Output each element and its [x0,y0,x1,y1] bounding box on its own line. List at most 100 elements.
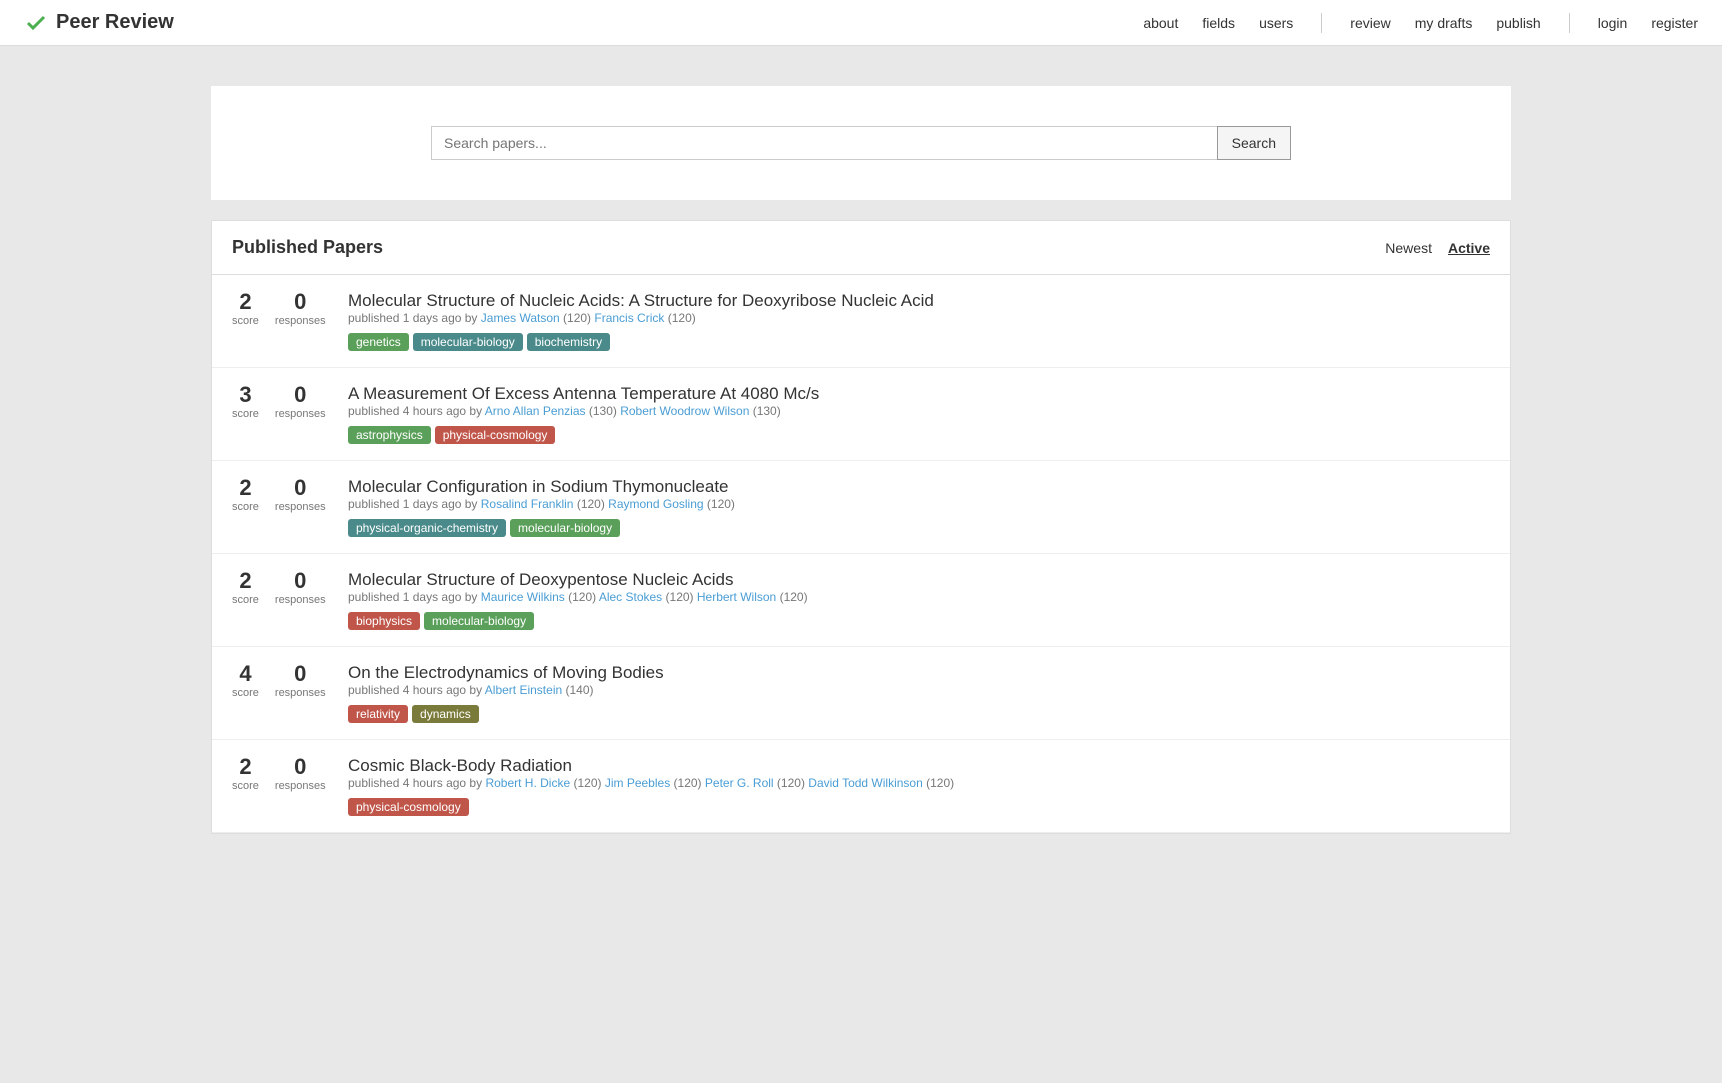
paper-row: 2score0responses Molecular Structure of D… [212,554,1510,647]
response-number: 0 [294,477,306,499]
tag: molecular-biology [413,333,523,351]
paper-content: A Measurement Of Excess Antenna Temperat… [348,384,1490,444]
search-section: Search [211,86,1511,200]
score-number: 2 [239,570,251,592]
tag: physical-cosmology [435,426,556,444]
nav-fields[interactable]: fields [1202,15,1235,31]
author-link[interactable]: Rosalind Franklin [481,497,574,511]
author-link[interactable]: Maurice Wilkins [481,590,565,604]
nav-publish[interactable]: publish [1496,15,1540,31]
paper-meta: published 4 hours ago by Albert Einstein… [348,683,1490,697]
author-link[interactable]: David Todd Wilkinson [808,776,923,790]
response-block: 0 responses [275,477,326,513]
author-link[interactable]: Peter G. Roll [705,776,774,790]
score-label: score [232,501,259,513]
paper-content: Molecular Structure of Nucleic Acids: A … [348,291,1490,351]
paper-row: 4 score 0 responses On the Electrodynamics o… [212,647,1510,740]
author-link[interactable]: Raymond Gosling [608,497,703,511]
papers-title: Published Papers [232,237,383,258]
nav-my-drafts[interactable]: my drafts [1415,15,1473,31]
score-number: 2 [239,477,251,499]
author-link[interactable]: Albert Einstein [485,683,562,697]
response-label: responses [275,594,326,606]
paper-row: 2score 0responses Molecular Structure of N… [212,275,1510,368]
paper-content: Molecular Structure of Deoxypentose Nucl… [348,570,1490,630]
paper-scores: 2score 0responses [232,291,332,327]
paper-title[interactable]: Molecular Configuration in Sodium Thymon… [348,477,729,496]
nav-register[interactable]: register [1651,15,1698,31]
response-number: 0 [294,756,306,778]
brand-link[interactable]: Peer Review [24,11,174,35]
tag: astrophysics [348,426,431,444]
response-block: 0 responses [275,384,326,420]
paper-scores: 3score 0 responses [232,384,332,420]
paper-scores: 2score0responses [232,570,332,606]
paper-content: Cosmic Black-Body Radiationpublished 4 h… [348,756,1490,816]
search-button[interactable]: Search [1217,126,1291,160]
score-label: score [232,780,259,792]
author-link[interactable]: Robert H. Dicke [485,776,570,790]
paper-meta: published 1 days ago by Rosalind Frankli… [348,497,1490,511]
response-number: 0 [294,384,306,406]
paper-row: 2 score 0 responses Cosmic Black-Body Radiat… [212,740,1510,833]
sort-newest[interactable]: Newest [1385,240,1432,256]
response-label: responses [275,408,326,420]
author-link[interactable]: Jim Peebles [605,776,670,790]
tag: molecular-biology [510,519,620,537]
tag: physical-cosmology [348,798,469,816]
paper-meta: published 4 hours ago by Arno Allan Penz… [348,404,1490,418]
brand-name: Peer Review [56,11,174,34]
paper-title[interactable]: Molecular Structure of Nucleic Acids: A … [348,291,934,310]
paper-title[interactable]: Molecular Structure of Deoxypentose Nucl… [348,570,734,589]
response-block: 0 responses [275,663,326,699]
author-link[interactable]: Herbert Wilson [697,590,776,604]
response-block: 0responses [275,291,326,327]
tag: physical-organic-chemistry [348,519,506,537]
nav-divider [1321,13,1322,33]
papers-section: Published Papers Newest Active 2score0re… [211,220,1511,834]
author-link[interactable]: Arno Allan Penzias [485,404,586,418]
paper-scores: 4 score 0 responses [232,663,332,699]
nav-review[interactable]: review [1350,15,1390,31]
tag: relativity [348,705,408,723]
brand-icon [24,11,48,35]
response-label: responses [275,687,326,699]
tag: biochemistry [527,333,610,351]
nav-login[interactable]: login [1598,15,1628,31]
author-link[interactable]: Francis Crick [594,311,664,325]
paper-tags: physical-organic-chemistrymolecular-biol… [348,519,1490,537]
score-number: 3 [239,384,251,406]
score-number: 2 [239,756,251,778]
nav-divider-2 [1569,13,1570,33]
response-label: responses [275,780,326,792]
response-label: responses [275,501,326,513]
author-link[interactable]: Robert Woodrow Wilson [620,404,749,418]
paper-title[interactable]: A Measurement Of Excess Antenna Temperat… [348,384,819,403]
nav-users[interactable]: users [1259,15,1293,31]
nav-about[interactable]: about [1143,15,1178,31]
navbar: Peer Review about fields users review my… [0,0,1722,46]
papers-sort: Newest Active [1385,240,1490,256]
search-input[interactable] [431,126,1217,160]
score-block: 2score [232,291,259,327]
score-label: score [232,315,259,327]
paper-content: Molecular Configuration in Sodium Thymon… [348,477,1490,537]
author-link[interactable]: Alec Stokes [599,590,662,604]
paper-tags: physical-cosmology [348,798,1490,816]
score-number: 4 [239,663,251,685]
response-number: 0 [294,663,306,685]
tag: dynamics [412,705,479,723]
score-block: 3score [232,384,259,420]
score-block: 4 score [232,663,259,699]
paper-title[interactable]: Cosmic Black-Body Radiation [348,756,572,775]
paper-meta: published 4 hours ago by Robert H. Dicke… [348,776,1490,790]
score-block: 2 score [232,477,259,513]
score-block: 2score [232,570,259,606]
nav-links: about fields users review my drafts publ… [1143,13,1698,33]
sort-active[interactable]: Active [1448,240,1490,256]
main-container: Search Published Papers Newest Active 2s… [191,46,1531,874]
score-label: score [232,687,259,699]
paper-scores: 2 score 0 responses [232,756,332,792]
author-link[interactable]: James Watson [481,311,560,325]
paper-title[interactable]: On the Electrodynamics of Moving Bodies [348,663,664,682]
